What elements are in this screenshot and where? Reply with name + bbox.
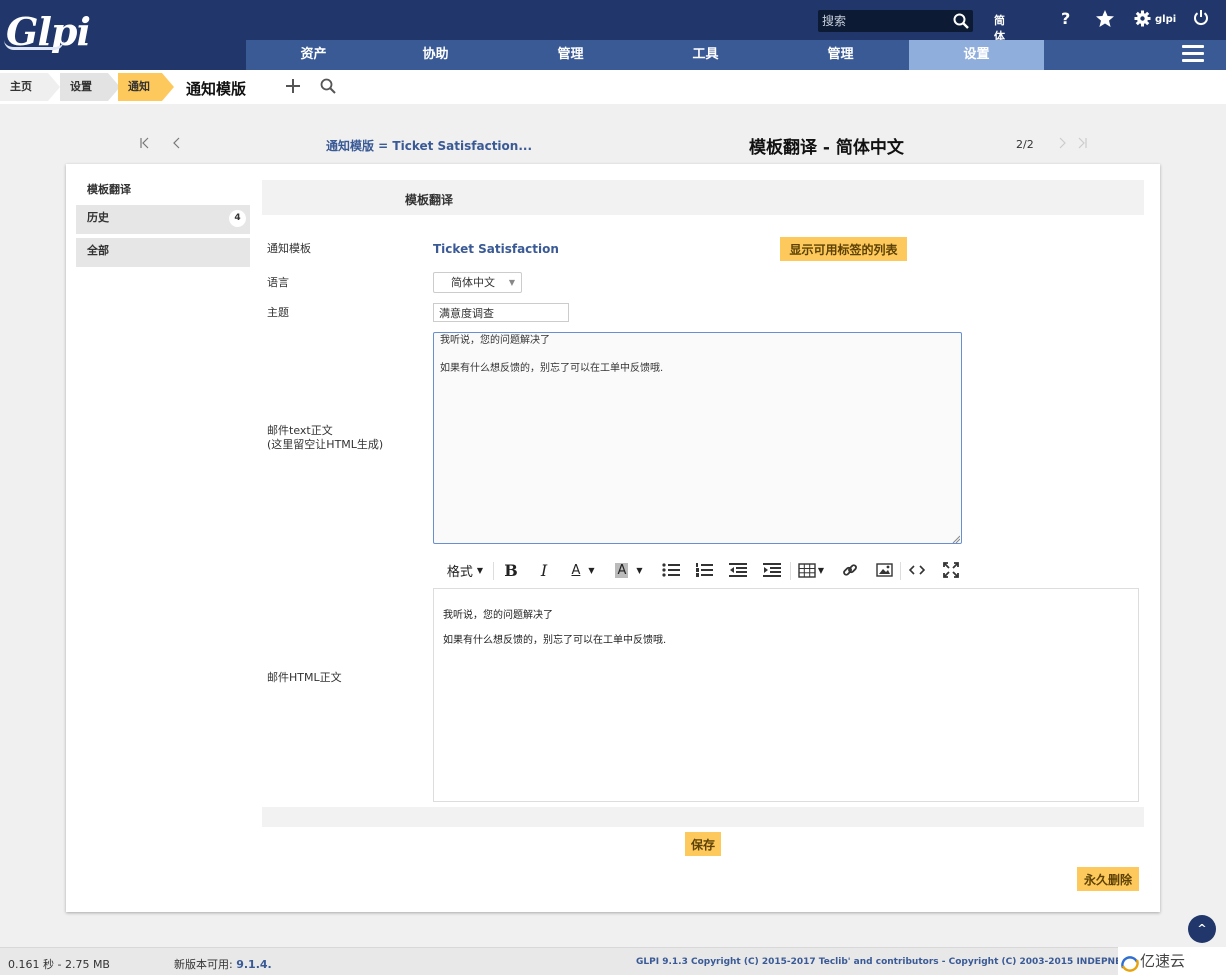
- html-body-editor[interactable]: 我听说，您的问题解决了 如果有什么想反馈的，别忘了可以在工单中反馈哦.: [433, 588, 1139, 802]
- text-body-label-line1: 邮件text正文: [267, 424, 333, 437]
- template-value-link[interactable]: Ticket Satisfaction: [433, 242, 559, 256]
- form-header: 模板翻译: [262, 180, 1144, 215]
- italic-icon[interactable]: I: [532, 554, 556, 586]
- page-title[interactable]: 通知模版: [186, 78, 246, 99]
- link-icon[interactable]: [838, 554, 862, 586]
- fullscreen-icon[interactable]: [939, 554, 963, 586]
- indent-icon[interactable]: [760, 554, 784, 586]
- nav-assistance[interactable]: 协助: [368, 40, 503, 70]
- last-page-icon: [1076, 137, 1088, 152]
- text-body-label: 邮件text正文 (这里留空让HTML生成): [267, 424, 383, 452]
- language-select-value: 简体中文: [451, 276, 495, 289]
- language-label: 语言: [267, 276, 289, 289]
- tab-history-label: 历史: [87, 211, 109, 224]
- toolbar-divider: [900, 562, 901, 580]
- watermark: 亿速云: [1118, 947, 1226, 975]
- first-page-icon[interactable]: [139, 137, 151, 152]
- tab-all-label: 全部: [87, 244, 109, 257]
- table-icon[interactable]: ▼: [794, 554, 828, 586]
- add-icon[interactable]: [285, 78, 301, 97]
- main-nav: 资产 协助 管理 工具 管理 设置: [246, 40, 1226, 70]
- breadcrumb-arrow: [48, 73, 60, 101]
- format-dropdown[interactable]: 格式 ▼: [441, 554, 489, 586]
- text-body-textarea[interactable]: 我听说，您的问题解决了 如果有什么想反馈的，别忘了可以在工单中反馈哦.: [433, 332, 962, 544]
- nav-assets[interactable]: 资产: [246, 40, 381, 70]
- record-title: 模板翻译 - 简体中文: [749, 138, 904, 158]
- language-select[interactable]: 简体中文 ▼: [433, 272, 522, 293]
- breadcrumb-notifications[interactable]: 通知: [118, 73, 162, 101]
- toolbar-divider: [493, 562, 494, 580]
- main-card: 模板翻译 历史 4 全部 模板翻译 通知模板 Ticket Satisfacti…: [66, 164, 1160, 912]
- source-code-icon[interactable]: [905, 554, 929, 586]
- watermark-text: 亿速云: [1140, 952, 1186, 970]
- html-editor-toolbar: 格式 ▼ B I A ▼ A ▼ ▼: [433, 554, 968, 588]
- logo-swoosh: [4, 40, 64, 50]
- record-position: 2/2: [1016, 138, 1034, 151]
- image-icon[interactable]: [872, 554, 896, 586]
- resize-handle-icon[interactable]: [952, 534, 961, 544]
- top-header: Glpi 简体中文 ? glpi 资产 协助 管理 工具 管理 设置: [0, 0, 1226, 75]
- subject-input[interactable]: [433, 303, 569, 322]
- subject-label: 主题: [267, 306, 289, 319]
- nav-tools[interactable]: 工具: [638, 40, 773, 70]
- background-color-icon[interactable]: A ▼: [609, 554, 649, 586]
- form-footer-bar: [262, 807, 1144, 827]
- tab-history[interactable]: 历史 4: [76, 205, 250, 234]
- new-version-number[interactable]: 9.1.4.: [236, 958, 272, 971]
- outdent-icon[interactable]: [726, 554, 750, 586]
- help-icon[interactable]: ?: [1061, 9, 1070, 28]
- html-body-label: 邮件HTML正文: [267, 671, 342, 684]
- save-button[interactable]: 保存: [685, 832, 721, 856]
- new-version-notice[interactable]: 新版本可用: 9.1.4.: [174, 956, 272, 972]
- html-body-line: 如果有什么想反馈的，别忘了可以在工单中反馈哦.: [443, 635, 667, 646]
- html-body-line: 我听说，您的问题解决了: [443, 610, 553, 621]
- breadcrumb-setup[interactable]: 设置: [60, 73, 108, 101]
- record-navigation: 通知模版 = Ticket Satisfaction... 模板翻译 - 简体中…: [0, 125, 1226, 161]
- template-link[interactable]: 通知模版 = Ticket Satisfaction...: [326, 137, 532, 154]
- breadcrumb-arrow: [162, 73, 174, 101]
- format-dropdown-label: 格式: [446, 564, 473, 580]
- chevron-down-icon: ▼: [508, 278, 515, 287]
- form-header-title: 模板翻译: [405, 193, 454, 207]
- nav-setup[interactable]: 设置: [909, 40, 1044, 70]
- user-name[interactable]: glpi: [1155, 14, 1176, 25]
- previous-page-icon[interactable]: [171, 137, 183, 152]
- show-tags-button[interactable]: 显示可用标签的列表: [780, 237, 907, 261]
- copyright-text[interactable]: GLPI 9.1.3 Copyright (C) 2015-2017 Tecli…: [636, 957, 1120, 967]
- bold-icon[interactable]: B: [499, 554, 523, 586]
- text-body-line: 如果有什么想反馈的，别忘了可以在工单中反馈哦.: [440, 363, 664, 374]
- star-icon[interactable]: [1095, 9, 1115, 31]
- nav-administration[interactable]: 管理: [773, 40, 908, 70]
- breadcrumb: 主页 设置 通知 通知模版: [0, 70, 1226, 104]
- back-to-top-button[interactable]: ^: [1188, 915, 1216, 943]
- numbered-list-icon[interactable]: [692, 554, 716, 586]
- next-page-icon: [1056, 137, 1068, 152]
- search-icon[interactable]: [320, 78, 336, 97]
- breadcrumb-home[interactable]: 主页: [0, 73, 48, 101]
- watermark-logo-icon: [1121, 953, 1139, 975]
- page-timing: 0.161 秒 - 2.75 MB: [8, 958, 110, 971]
- new-version-label: 新版本可用:: [174, 958, 233, 971]
- logout-icon[interactable]: [1193, 9, 1209, 29]
- delete-permanently-button[interactable]: 永久删除: [1077, 867, 1139, 891]
- text-body-label-line2: (这里留空让HTML生成): [267, 438, 384, 451]
- gear-icon[interactable]: [1134, 10, 1151, 30]
- toolbar-divider: [790, 562, 791, 580]
- history-count-badge: 4: [229, 210, 246, 227]
- menu-burger-icon[interactable]: [1182, 45, 1204, 63]
- text-body-line: 我听说，您的问题解决了: [440, 335, 550, 346]
- template-label: 通知模板: [267, 242, 311, 255]
- tab-template-translation[interactable]: 模板翻译: [87, 181, 131, 197]
- text-color-icon[interactable]: A ▼: [563, 554, 603, 586]
- tab-all[interactable]: 全部: [76, 238, 250, 267]
- bullet-list-icon[interactable]: [659, 554, 683, 586]
- nav-management[interactable]: 管理: [503, 40, 638, 70]
- page-footer: 0.161 秒 - 2.75 MB 新版本可用: 9.1.4. GLPI 9.1…: [0, 947, 1226, 975]
- search-input[interactable]: [818, 10, 948, 32]
- search-icon[interactable]: [953, 13, 969, 32]
- search-box: [818, 10, 973, 32]
